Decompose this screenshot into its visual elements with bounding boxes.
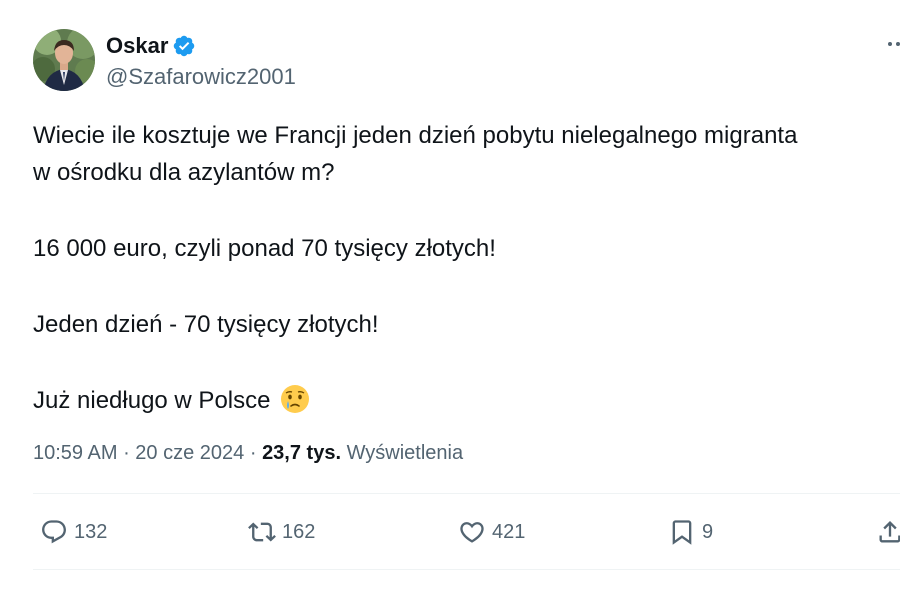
tweet-meta: 10:59 AM · 20 cze 2024 · 23,7 tys. Wyświ…	[33, 438, 463, 468]
author-handle[interactable]: @Szafarowicz2001	[106, 62, 296, 92]
crying-face-emoji-icon	[280, 384, 310, 414]
repost-button[interactable]: 162	[248, 512, 315, 552]
tweet-text-line: 16 000 euro, czyli ponad 70 tysięcy złot…	[33, 235, 496, 262]
tweet-header: Oskar @Szafarowicz2001	[33, 29, 296, 93]
tweet-text-line: Już niedługo w Polsce	[33, 387, 271, 414]
bookmark-icon	[672, 520, 692, 545]
avatar[interactable]	[33, 29, 95, 91]
bookmark-count: 9	[702, 521, 714, 543]
tweet-text-line: Jeden dzień - 70 tysięcy złotych!	[33, 311, 379, 338]
author-names: Oskar @Szafarowicz2001	[106, 32, 296, 92]
meta-separator: ·	[117, 442, 136, 464]
repost-icon	[248, 522, 276, 542]
heart-icon	[460, 522, 484, 543]
tweet-actions: 132 162 421 9	[0, 512, 900, 552]
tweet-text-line: Wiecie ile kosztuje we Francji jeden dzi…	[33, 122, 798, 149]
views-count[interactable]: 23,7 tys.	[262, 442, 341, 464]
bookmark-button[interactable]: 9	[668, 512, 713, 552]
tweet-text: Wiecie ile kosztuje we Francji jeden dzi…	[33, 117, 900, 419]
verified-badge-icon[interactable]	[172, 34, 196, 58]
tweet-date[interactable]: 20 cze 2024	[135, 442, 244, 464]
author-display-name[interactable]: Oskar	[106, 32, 168, 60]
divider	[33, 493, 900, 494]
like-button[interactable]: 421	[458, 512, 525, 552]
views-label: Wyświetlenia	[346, 442, 464, 464]
avatar-image	[33, 29, 95, 91]
share-icon	[879, 521, 900, 543]
more-options-icon[interactable]	[886, 34, 900, 54]
reply-button[interactable]: 132	[40, 512, 107, 552]
repost-count: 162	[282, 521, 316, 543]
share-button[interactable]	[876, 512, 900, 552]
like-count: 421	[492, 521, 526, 543]
divider	[33, 569, 900, 570]
tweet-text-line-with-emoji: Już niedługo w Polsce	[33, 382, 900, 419]
reply-icon	[42, 520, 66, 544]
name-row: Oskar	[106, 32, 296, 60]
tweet-text-line: w ośrodku dla azylantów m?	[33, 159, 335, 186]
meta-separator: ·	[244, 442, 263, 464]
tweet-card: Oskar @Szafarowicz2001 Wiecie ile kosztu…	[0, 0, 900, 591]
tweet-time[interactable]: 10:59 AM	[33, 442, 118, 464]
reply-count: 132	[74, 521, 108, 543]
